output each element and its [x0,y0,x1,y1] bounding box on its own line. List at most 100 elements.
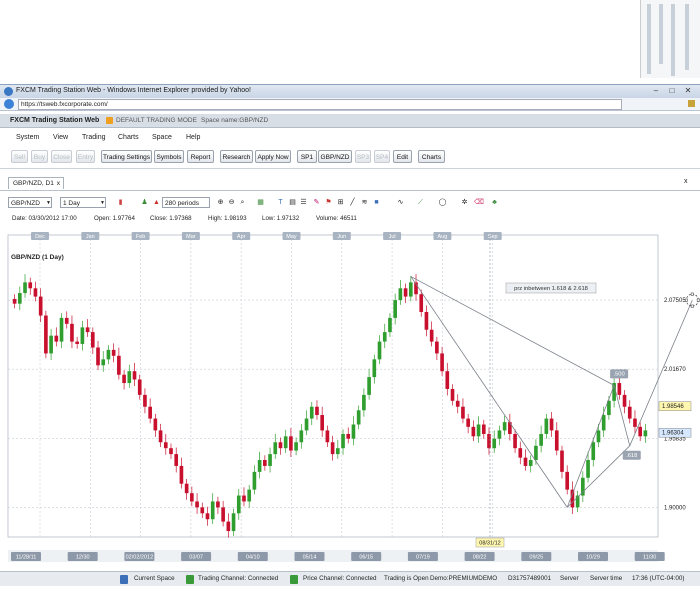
wave-icon[interactable]: ∿ [396,198,405,207]
entry-button[interactable]: Entry [76,150,95,163]
minimize-icon[interactable]: – [650,86,662,96]
target-handle[interactable] [696,298,700,302]
candle-body [184,483,189,494]
chevron-down-icon: ▼ [100,200,105,206]
candle-body [518,448,523,458]
sp3-button[interactable]: SP3 [355,150,371,163]
candle-body [382,332,387,342]
zoom-out-icon[interactable]: ⊖ [227,198,236,207]
candle-body [143,394,147,407]
edit-button[interactable]: Edit [393,150,412,163]
date-tag-label: 11/28/11 [16,555,37,561]
candle-body [419,294,424,312]
line-draw-icon[interactable]: ╱ [348,198,357,207]
candle-body [242,495,246,502]
search-icon[interactable]: ⌕ [238,198,247,207]
gbp-nzd-button[interactable]: GBP/NZD [318,150,352,163]
info-open: Open: 1.97764 [94,215,135,222]
month-tag-label: Jul [389,234,396,240]
layout-icon[interactable]: ■ [372,198,381,207]
menu-system[interactable]: System [16,134,39,141]
research-button[interactable]: Research [220,150,253,163]
chart-type-icon[interactable]: ▮ [116,198,125,207]
candle-body [289,436,293,451]
trading-settings-button[interactable]: Trading Settings [101,150,152,163]
target-handle[interactable] [690,292,694,296]
fibonacci-icon[interactable]: ≋ [360,198,369,207]
price-chart[interactable]: GBP/NZD (1 Day) .500 .618 prz inbetween 1.… [0,225,700,565]
marker-icon[interactable]: ▲ [152,198,161,207]
lock-icon [688,100,695,107]
candle-body [372,359,377,378]
tab-label: GBP/NZD, D1 [13,180,54,187]
window-title-bar: FXCM Trading Station Web - Windows Inter… [0,84,700,98]
status-time: 17:36 (UTC-04:00) [632,575,685,582]
candle-body [596,430,601,443]
menu-space[interactable]: Space [152,134,172,141]
tree-icon[interactable]: ♣ [490,198,499,207]
flag-icon[interactable]: ⚑ [324,198,333,207]
date-tag-label: 02/02/2012 [126,555,154,561]
tab-gbpnzd-d1[interactable]: GBP/NZD, D1 x [8,177,64,189]
ruler-icon[interactable]: ⊞ [336,198,345,207]
ellipse-icon[interactable]: ◯ [438,198,447,207]
candle-body [273,442,278,455]
close-all-icon[interactable]: x [684,178,688,185]
candle-body [627,406,632,419]
menu-trading[interactable]: Trading [82,134,105,141]
table-icon[interactable]: ▦ [256,198,265,207]
candle-body [367,377,371,395]
main-toolbar: Sell Buy Close Entry Trading Settings Symbols… [0,148,700,169]
target-handle[interactable] [690,304,694,308]
charts-button[interactable]: Charts [418,150,445,163]
close-window-icon[interactable]: ✕ [682,86,694,96]
url-field[interactable]: https://tsweb.fxcorporate.com/ [18,99,622,110]
app-header: FXCM Trading Station Web DEFAULT TRADING… [0,114,700,128]
menu-view[interactable]: View [53,134,68,141]
candle-body [268,454,272,466]
candle-body [200,507,205,514]
list-icon[interactable]: ☰ [299,198,308,207]
menu-help[interactable]: Help [186,134,200,141]
trading-mode: DEFAULT TRADING MODE [116,117,197,124]
trend-line-icon[interactable]: ⟋ [416,198,425,207]
candle-body [33,288,38,297]
tab-close-icon[interactable]: x [57,178,60,190]
candle-body [388,317,392,333]
sp4-button[interactable]: SP4 [374,150,390,163]
candle-body [591,442,596,461]
candle-body [492,438,497,449]
zoom-in-icon[interactable]: ⊕ [216,198,225,207]
month-tag-label: Aug [438,234,448,240]
periods-select[interactable]: 280 periods [162,197,210,208]
status-current-space[interactable]: Current Space [134,575,175,582]
candle-body [513,433,517,449]
buy-button[interactable]: Buy [31,150,48,163]
maximize-icon[interactable]: □ [666,86,678,96]
apply-now-button[interactable]: Apply Now [255,150,291,163]
candle-body [304,418,309,431]
grid-icon[interactable]: ▤ [288,198,297,207]
candle-body [205,513,210,520]
report-button[interactable]: Report [187,150,214,163]
price-tag-label: 1.98546 [662,404,684,410]
y-tick-label: 2.07505 [664,298,686,304]
window-title: FXCM Trading Station Web - Windows Inter… [16,87,252,94]
back-icon[interactable] [4,99,14,109]
month-tag-label: Jun [337,234,346,240]
close-button[interactable]: Close [51,150,72,163]
candle-body [393,300,397,318]
eraser-icon[interactable]: ⌫ [474,198,484,207]
pencil-icon[interactable]: ✎ [312,198,321,207]
indicator-icon[interactable]: ♟ [140,198,149,207]
text-icon[interactable]: T [276,198,285,207]
candle-body [554,430,559,451]
space-name: Space name:GBP/NZD [201,117,269,124]
candle-body [12,298,17,304]
menu-charts[interactable]: Charts [118,134,139,141]
chart-toolbar: GBP/NZD ▼ 1 Day ▼ ▮ ♟ ▲ 280 periods ⊕ ⊖ … [0,195,700,211]
node-icon[interactable]: ✲ [460,198,469,207]
sell-button[interactable]: Sell [11,150,28,163]
sp1-button[interactable]: SP1 [297,150,317,163]
symbols-button[interactable]: Symbols [154,150,184,163]
